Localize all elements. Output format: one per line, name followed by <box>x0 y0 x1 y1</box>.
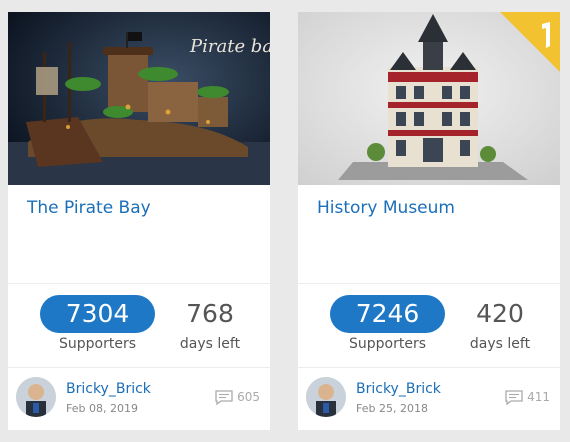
divider <box>8 367 270 368</box>
comments-number: 411 <box>527 390 550 404</box>
supporters-label: Supporters <box>348 336 426 352</box>
project-title[interactable]: The Pirate Bay <box>27 198 151 218</box>
comments-number: 605 <box>237 390 260 404</box>
avatar[interactable] <box>306 377 346 417</box>
days-left-label: days left <box>179 336 241 352</box>
days-left-count: 420 <box>476 299 524 328</box>
author-link[interactable]: Bricky_Brick <box>356 381 441 397</box>
comments-count[interactable]: 411 <box>505 389 550 405</box>
project-title[interactable]: History Museum <box>317 198 455 218</box>
svg-text:Pirate bay: Pirate bay <box>189 36 270 57</box>
divider <box>298 283 560 284</box>
project-card[interactable]: History Museum 7246 Supporters 420 days … <box>298 12 560 430</box>
comment-icon <box>505 389 523 405</box>
divider <box>8 283 270 284</box>
days-left-count: 768 <box>186 299 234 328</box>
project-thumbnail[interactable] <box>298 12 560 185</box>
supporters-label: Supporters <box>58 336 136 352</box>
divider <box>298 367 560 368</box>
project-card[interactable]: Pirate bay The Pirate Bay 7304 Supporter… <box>8 12 270 430</box>
days-left-label: days left <box>469 336 531 352</box>
project-thumbnail[interactable]: Pirate bay <box>8 12 270 185</box>
post-date: Feb 25, 2018 <box>356 402 428 415</box>
avatar[interactable] <box>16 377 56 417</box>
comments-count[interactable]: 605 <box>215 389 260 405</box>
author-link[interactable]: Bricky_Brick <box>66 381 151 397</box>
featured-ribbon-icon <box>500 12 560 72</box>
post-date: Feb 08, 2019 <box>66 402 138 415</box>
supporters-count: 7246 <box>330 295 445 333</box>
supporters-count: 7304 <box>40 295 155 333</box>
comment-icon <box>215 389 233 405</box>
pirate-bay-image: Pirate bay <box>8 12 270 185</box>
